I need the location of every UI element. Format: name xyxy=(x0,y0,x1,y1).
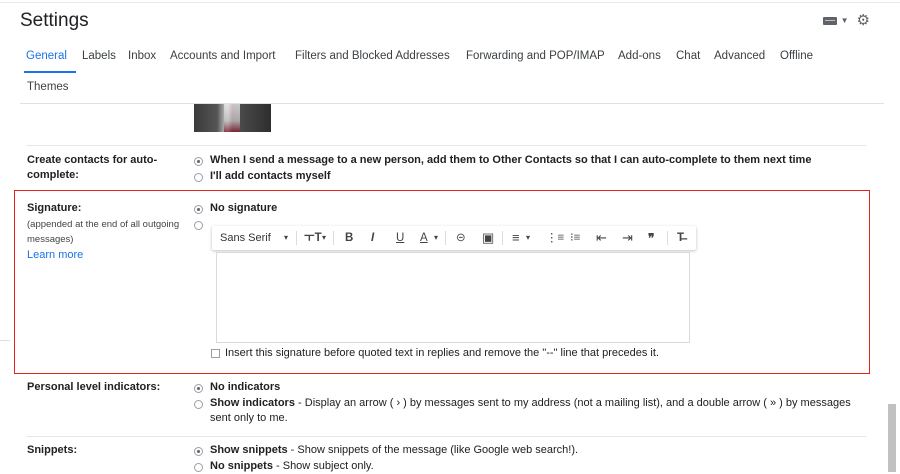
insert-before-quoted-label: Insert this signature before quoted text… xyxy=(225,347,659,359)
tab-inbox[interactable]: Inbox xyxy=(128,50,156,62)
indicators-label: Personal level indicators: xyxy=(27,381,161,393)
show-indicators-radio[interactable] xyxy=(194,400,203,409)
contacts-manual-radio[interactable] xyxy=(194,173,203,182)
tabs-separator xyxy=(20,103,884,104)
toolbar-divider xyxy=(333,231,334,245)
signature-sublabel: (appended at the end of all outgoing mes… xyxy=(27,219,180,245)
no-snippets-radio[interactable] xyxy=(194,463,203,472)
no-signature-option: No signature xyxy=(210,202,278,214)
signature-label: Signature: xyxy=(27,202,82,214)
contacts-auto-radio[interactable] xyxy=(194,157,203,166)
bold-icon[interactable]: B xyxy=(345,230,353,246)
font-size-icon[interactable]: ㅜT xyxy=(304,230,322,246)
show-indicators-option-cont: sent only to me. xyxy=(210,412,288,424)
section-separator xyxy=(26,436,866,437)
tab-filters[interactable]: Filters and Blocked Addresses xyxy=(295,50,450,62)
tab-themes[interactable]: Themes xyxy=(27,81,69,93)
snippets-label: Snippets: xyxy=(27,444,78,456)
header-icons: ▼ ⚙ xyxy=(822,13,870,28)
underline-icon[interactable]: U xyxy=(396,230,404,246)
link-icon[interactable]: ⊝ xyxy=(456,230,466,246)
italic-icon[interactable]: I xyxy=(371,230,374,246)
section-separator xyxy=(26,145,866,146)
font-caret-icon[interactable]: ▾ xyxy=(284,230,288,246)
toolbar-divider xyxy=(445,231,446,245)
image-icon[interactable]: ▣ xyxy=(482,230,494,245)
show-snippets-radio[interactable] xyxy=(194,447,203,456)
indent-more-icon[interactable]: ⇥ xyxy=(622,230,633,246)
scrollbar-thumb[interactable] xyxy=(888,404,896,472)
indent-less-icon[interactable]: ⇤ xyxy=(596,230,607,246)
contacts-label: Create contacts for auto- complete: xyxy=(27,154,158,181)
signature-toolbar: Sans Serif ▾ ㅜT ▾ B I U A ▾ ⊝ ▣ ≡ ▾ ⋮≡ ⁝… xyxy=(212,226,696,250)
page-title: Settings xyxy=(20,10,89,31)
contacts-manual-option: I'll add contacts myself xyxy=(210,170,331,182)
show-snippets-option: Show snippets - Show snippets of the mes… xyxy=(210,444,579,456)
align-icon[interactable]: ≡ xyxy=(512,230,520,246)
clear-formatting-icon[interactable]: T̶ xyxy=(677,230,684,246)
text-color-icon[interactable]: A xyxy=(420,230,428,246)
font-family-select[interactable]: Sans Serif xyxy=(220,230,271,246)
gear-icon[interactable]: ⚙ xyxy=(857,13,870,28)
no-indicators-option: No indicators xyxy=(210,381,281,393)
keyboard-icon[interactable] xyxy=(822,16,837,25)
tab-labels[interactable]: Labels xyxy=(82,50,116,62)
tab-offline[interactable]: Offline xyxy=(780,50,813,62)
profile-picture xyxy=(194,104,271,132)
contacts-auto-option: When I send a message to a new person, a… xyxy=(210,154,812,166)
edge-mark xyxy=(0,340,10,341)
no-signature-radio[interactable] xyxy=(194,205,203,214)
no-indicators-radio[interactable] xyxy=(194,384,203,393)
toolbar-divider xyxy=(667,231,668,245)
toolbar-divider xyxy=(296,231,297,245)
tab-advanced[interactable]: Advanced xyxy=(714,50,765,62)
quote-icon[interactable]: ❞ xyxy=(648,230,654,246)
tab-addons[interactable]: Add-ons xyxy=(618,50,661,62)
top-separator xyxy=(0,2,900,3)
tab-general[interactable]: General xyxy=(26,50,67,62)
align-caret-icon[interactable]: ▾ xyxy=(526,230,530,246)
toolbar-divider xyxy=(502,231,503,245)
size-caret-icon[interactable]: ▾ xyxy=(322,230,326,246)
learn-more-link[interactable]: Learn more xyxy=(27,249,83,261)
tab-chat[interactable]: Chat xyxy=(676,50,700,62)
numbered-list-icon[interactable]: ⋮≡ xyxy=(546,230,564,246)
tab-accounts-import[interactable]: Accounts and Import xyxy=(170,50,275,62)
custom-signature-radio[interactable] xyxy=(194,221,203,230)
active-tab-indicator xyxy=(24,71,76,73)
insert-before-quoted-checkbox[interactable] xyxy=(211,349,220,358)
signature-editor[interactable] xyxy=(216,252,690,343)
dropdown-caret-icon[interactable]: ▼ xyxy=(841,16,849,25)
bulleted-list-icon[interactable]: ⁝≡ xyxy=(570,230,580,246)
tab-forwarding[interactable]: Forwarding and POP/IMAP xyxy=(466,50,605,62)
text-color-caret-icon[interactable]: ▾ xyxy=(434,230,438,246)
show-indicators-option: Show indicators - Display an arrow ( › )… xyxy=(210,397,851,409)
